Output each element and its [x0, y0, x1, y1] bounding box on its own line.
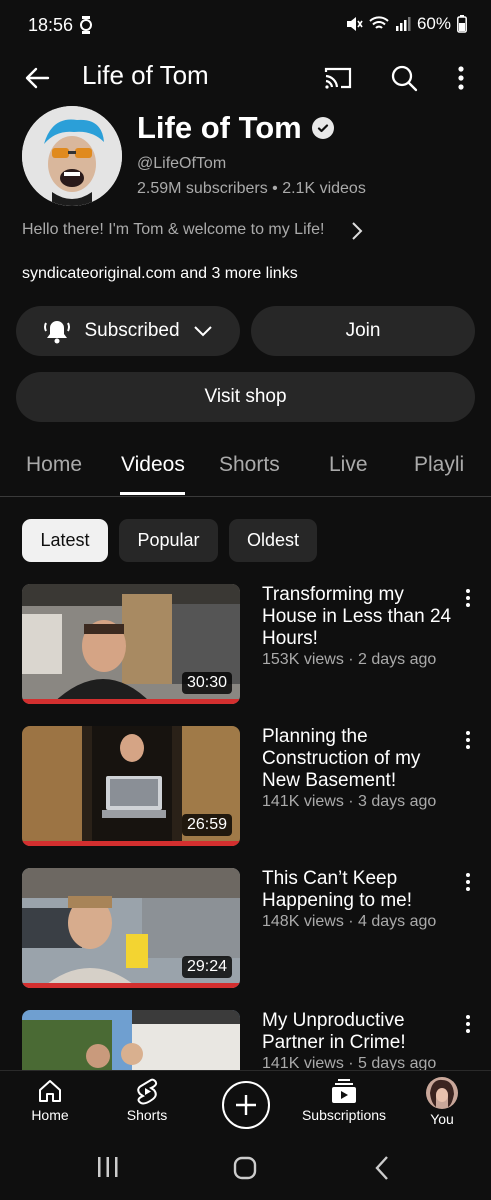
top-app-bar: Life of Tom — [0, 52, 491, 102]
channel-avatar[interactable] — [22, 106, 122, 206]
nav-subscriptions-label: Subscriptions — [301, 1107, 387, 1123]
visit-shop-button[interactable]: Visit shop — [16, 372, 475, 422]
system-navigation-bar — [0, 1138, 491, 1200]
video-thumbnail[interactable]: 26:59 — [22, 726, 240, 846]
shorts-icon — [137, 1078, 158, 1105]
video-more-button[interactable] — [460, 872, 476, 892]
video-thumbnail[interactable]: 30:30 — [22, 584, 240, 704]
video-more-button[interactable] — [460, 730, 476, 750]
cast-icon — [324, 67, 352, 89]
chip-oldest[interactable]: Oldest — [229, 519, 317, 562]
video-meta: 148K views · 4 days ago — [262, 913, 437, 930]
channel-tabs: Home Videos Shorts Live Playli — [0, 440, 491, 497]
channel-stats: 2.59M subscribers • 2.1K videos — [137, 180, 366, 197]
search-icon — [391, 65, 418, 92]
home-circle-icon[interactable] — [233, 1156, 257, 1180]
video-meta: 141K views · 5 days ago — [262, 1055, 437, 1070]
more-vert-icon — [458, 66, 464, 90]
bell-ringing-icon — [44, 321, 71, 344]
nav-home-label: Home — [31, 1107, 69, 1123]
home-icon — [39, 1080, 61, 1102]
active-tab-indicator — [120, 492, 185, 495]
video-item[interactable]: My Unproductive Partner in Crime! 141K v… — [0, 1010, 491, 1070]
battery-icon — [457, 15, 467, 33]
signal-icon — [395, 17, 411, 31]
chip-latest[interactable]: Latest — [22, 519, 108, 562]
bottom-navigation: Home Shorts Subscriptions You — [0, 1070, 491, 1138]
channel-name-text: Life of Tom — [137, 110, 302, 145]
video-duration: 30:30 — [181, 672, 232, 694]
video-item[interactable]: 26:59 Planning the Construction of my Ne… — [0, 726, 491, 851]
channel-name: Life of Tom — [137, 110, 334, 146]
video-title[interactable]: This Can’t Keep Happening to me! — [262, 868, 457, 912]
join-button[interactable]: Join — [251, 306, 475, 356]
video-item[interactable]: 29:24 This Can’t Keep Happening to me! 1… — [0, 868, 491, 993]
tab-videos[interactable]: Videos — [121, 453, 185, 477]
channel-links[interactable]: syndicateoriginal.com and 3 more links — [22, 265, 298, 283]
chevron-right-icon[interactable] — [350, 221, 364, 241]
chevron-down-icon — [193, 326, 212, 337]
more-vert-icon — [466, 873, 470, 891]
video-title[interactable]: Planning the Construction of my New Base… — [262, 726, 457, 792]
watch-progress-bar — [22, 983, 240, 988]
channel-description[interactable]: Hello there! I'm Tom & welcome to my Lif… — [22, 221, 324, 239]
tab-live[interactable]: Live — [329, 453, 368, 477]
battery-percent: 60% — [416, 14, 451, 33]
nav-subscriptions[interactable]: Subscriptions — [300, 1077, 388, 1123]
watch-icon — [80, 16, 92, 39]
plus-icon — [236, 1095, 256, 1115]
watch-progress-bar — [22, 841, 240, 846]
nav-you-label: You — [430, 1111, 454, 1127]
status-bar: 18:56 60% — [0, 0, 491, 52]
mute-icon — [346, 17, 363, 31]
watch-progress-bar — [22, 699, 240, 704]
nav-shorts[interactable]: Shorts — [124, 1077, 170, 1123]
create-button[interactable] — [222, 1081, 270, 1129]
nav-you[interactable]: You — [422, 1077, 462, 1127]
search-button[interactable] — [388, 62, 420, 94]
back-button[interactable] — [22, 62, 54, 94]
tab-shorts[interactable]: Shorts — [219, 453, 280, 477]
verified-badge-icon — [311, 117, 334, 139]
subscriptions-icon — [332, 1079, 356, 1103]
tab-playlists[interactable]: Playli — [414, 453, 464, 477]
video-duration: 26:59 — [181, 814, 232, 836]
page-title: Life of Tom — [82, 60, 209, 90]
nav-home[interactable]: Home — [28, 1077, 72, 1123]
status-time: 18:56 — [28, 15, 74, 35]
video-duration: 29:24 — [181, 956, 232, 978]
video-more-button[interactable] — [460, 588, 476, 608]
more-vert-icon — [466, 589, 470, 607]
avatar — [426, 1077, 458, 1109]
video-thumbnail[interactable]: 29:24 — [22, 868, 240, 988]
video-thumbnail[interactable] — [22, 1010, 240, 1070]
recent-apps-icon[interactable] — [96, 1156, 120, 1178]
cast-button[interactable] — [322, 62, 354, 94]
video-item[interactable]: 30:30 Transforming my House in Less than… — [0, 584, 491, 709]
more-vert-icon — [466, 731, 470, 749]
back-nav-icon[interactable] — [374, 1155, 390, 1181]
arrow-left-icon — [25, 67, 50, 89]
more-vert-icon — [466, 1015, 470, 1033]
subscribed-label: Subscribed — [84, 320, 180, 341]
video-title[interactable]: Transforming my House in Less than 24 Ho… — [262, 584, 457, 650]
subscribed-button[interactable]: Subscribed — [16, 306, 240, 356]
video-title[interactable]: My Unproductive Partner in Crime! — [262, 1010, 457, 1054]
tab-home[interactable]: Home — [26, 453, 82, 477]
video-more-button[interactable] — [460, 1014, 476, 1034]
video-meta: 141K views · 3 days ago — [262, 793, 437, 810]
wifi-icon — [369, 16, 389, 29]
more-options-button[interactable] — [446, 62, 476, 94]
channel-handle: @LifeOfTom — [137, 155, 227, 172]
status-icons: 60% — [345, 14, 467, 34]
video-meta: 153K views · 2 days ago — [262, 651, 437, 668]
chip-popular[interactable]: Popular — [119, 519, 218, 562]
nav-shorts-label: Shorts — [126, 1107, 168, 1123]
